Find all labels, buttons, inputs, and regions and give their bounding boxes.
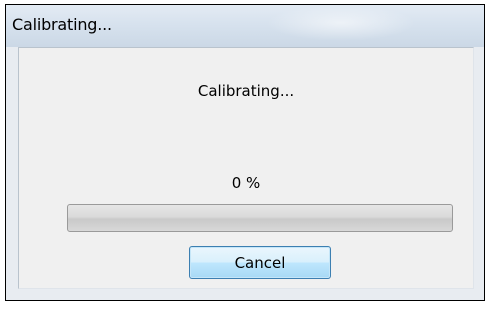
status-message: Calibrating... bbox=[197, 82, 295, 100]
calibrating-dialog-window: Calibrating... Calibrating... 0 % Cancel bbox=[5, 4, 485, 301]
progress-percent-label: 0 % bbox=[231, 174, 261, 192]
progress-bar bbox=[67, 204, 453, 232]
cancel-button[interactable]: Cancel bbox=[189, 246, 331, 279]
title-bar[interactable]: Calibrating... bbox=[6, 5, 484, 47]
dialog-body: Calibrating... 0 % Cancel bbox=[18, 47, 474, 289]
window-title: Calibrating... bbox=[12, 15, 112, 34]
title-bar-glow bbox=[266, 5, 416, 41]
